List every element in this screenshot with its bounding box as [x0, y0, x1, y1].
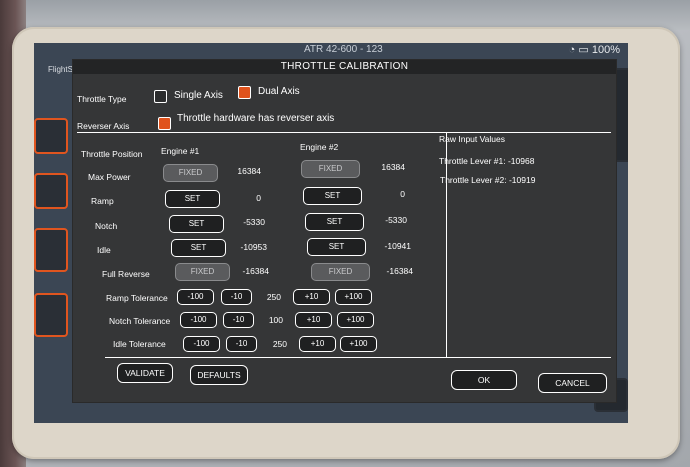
engine2-header: Engine #2: [300, 142, 339, 152]
reverser-axis-checkbox-label: Throttle hardware has reverser axis: [177, 113, 335, 124]
ramp-tolerance-minus-10-button[interactable]: -10: [221, 289, 252, 305]
ok-button[interactable]: OK: [451, 370, 517, 390]
cockpit-background-top: [0, 0, 690, 30]
engine2-ramp-set-button[interactable]: SET: [303, 187, 362, 205]
engine2-full-reverse-fixed-button[interactable]: FIXED: [311, 263, 370, 281]
max-power-label: Max Power: [88, 172, 131, 182]
single-axis-checkbox[interactable]: [154, 90, 167, 103]
background-tab: [34, 118, 68, 154]
notch-label: Notch: [95, 221, 118, 231]
engine1-max-power-value: 16384: [237, 166, 261, 176]
engine2-notch-set-button[interactable]: SET: [305, 213, 364, 231]
engine2-full-reverse-value: -16384: [386, 266, 413, 276]
notch-tolerance-plus-10-button[interactable]: +10: [295, 312, 332, 328]
engine2-notch-value: -5330: [385, 215, 407, 225]
dialog-title: THROTTLE CALIBRATION: [73, 60, 616, 74]
full-reverse-label: Full Reverse: [102, 269, 150, 279]
single-axis-label: Single Axis: [174, 90, 223, 101]
idle-tolerance-label: Idle Tolerance: [113, 339, 166, 349]
engine1-ramp-value: 0: [256, 193, 261, 203]
ramp-tolerance-label: Ramp Tolerance: [106, 293, 168, 303]
throttle-lever-1-raw-value: Throttle Lever #1: -10968: [439, 156, 535, 166]
engine1-idle-set-button[interactable]: SET: [171, 239, 226, 257]
throttle-lever-2-raw-value: Throttle Lever #2: -10919: [440, 175, 536, 185]
idle-label: Idle: [97, 245, 111, 255]
status-bar-title: ATR 42-600 - 123: [304, 44, 383, 55]
engine1-max-power-fixed-button[interactable]: FIXED: [163, 164, 218, 182]
engine1-notch-value: -5330: [243, 217, 265, 227]
idle-tolerance-minus-10-button[interactable]: -10: [226, 336, 257, 352]
engine1-notch-set-button[interactable]: SET: [169, 215, 224, 233]
background-tab: [34, 173, 68, 209]
engine2-max-power-fixed-button[interactable]: FIXED: [301, 160, 360, 178]
status-bar-battery: ◔ ▭ 100%: [569, 43, 620, 56]
notch-tolerance-minus-10-button[interactable]: -10: [223, 312, 254, 328]
engine2-ramp-value: 0: [400, 189, 405, 199]
background-tab: [34, 293, 68, 337]
engine1-header: Engine #1: [161, 146, 200, 156]
battery-icon: ▭: [578, 44, 589, 56]
throttle-calibration-dialog: THROTTLE CALIBRATION Throttle Type Singl…: [72, 59, 617, 403]
wifi-icon: ◔: [568, 44, 576, 56]
ramp-tolerance-plus-10-button[interactable]: +10: [293, 289, 330, 305]
engine1-idle-value: -10953: [240, 242, 267, 252]
idle-tolerance-value: 250: [272, 339, 287, 349]
ramp-tolerance-value: 250: [266, 292, 281, 302]
notch-tolerance-minus-100-button[interactable]: -100: [180, 312, 217, 328]
engine2-idle-set-button[interactable]: SET: [307, 238, 366, 256]
dual-axis-checkbox[interactable]: [238, 86, 251, 99]
cancel-button[interactable]: CANCEL: [538, 373, 607, 393]
column-divider: [446, 133, 447, 357]
ramp-label: Ramp: [91, 196, 114, 206]
dual-axis-label: Dual Axis: [258, 86, 300, 97]
engine2-idle-value: -10941: [384, 241, 411, 251]
reverser-axis-label: Reverser Axis: [77, 121, 130, 131]
notch-tolerance-label: Notch Tolerance: [109, 316, 171, 326]
raw-input-title: Raw Input Values: [439, 134, 505, 144]
footer-divider: [105, 357, 611, 358]
validate-button[interactable]: VALIDATE: [117, 363, 173, 383]
section-divider: [77, 132, 611, 133]
throttle-position-header: Throttle Position: [81, 149, 143, 159]
idle-tolerance-plus-100-button[interactable]: +100: [340, 336, 377, 352]
ramp-tolerance-minus-100-button[interactable]: -100: [177, 289, 214, 305]
notch-tolerance-value: 100: [268, 315, 283, 325]
idle-tolerance-minus-100-button[interactable]: -100: [183, 336, 220, 352]
notch-tolerance-plus-100-button[interactable]: +100: [337, 312, 374, 328]
engine1-full-reverse-value: -16384: [242, 266, 269, 276]
engine1-full-reverse-fixed-button[interactable]: FIXED: [175, 263, 230, 281]
throttle-type-label: Throttle Type: [77, 94, 127, 104]
reverser-axis-checkbox[interactable]: [158, 117, 171, 130]
defaults-button[interactable]: DEFAULTS: [190, 365, 248, 385]
idle-tolerance-plus-10-button[interactable]: +10: [299, 336, 336, 352]
engine1-ramp-set-button[interactable]: SET: [165, 190, 220, 208]
battery-percent: 100%: [591, 44, 620, 56]
background-tab: [34, 228, 68, 272]
engine2-max-power-value: 16384: [381, 162, 405, 172]
ramp-tolerance-plus-100-button[interactable]: +100: [335, 289, 372, 305]
